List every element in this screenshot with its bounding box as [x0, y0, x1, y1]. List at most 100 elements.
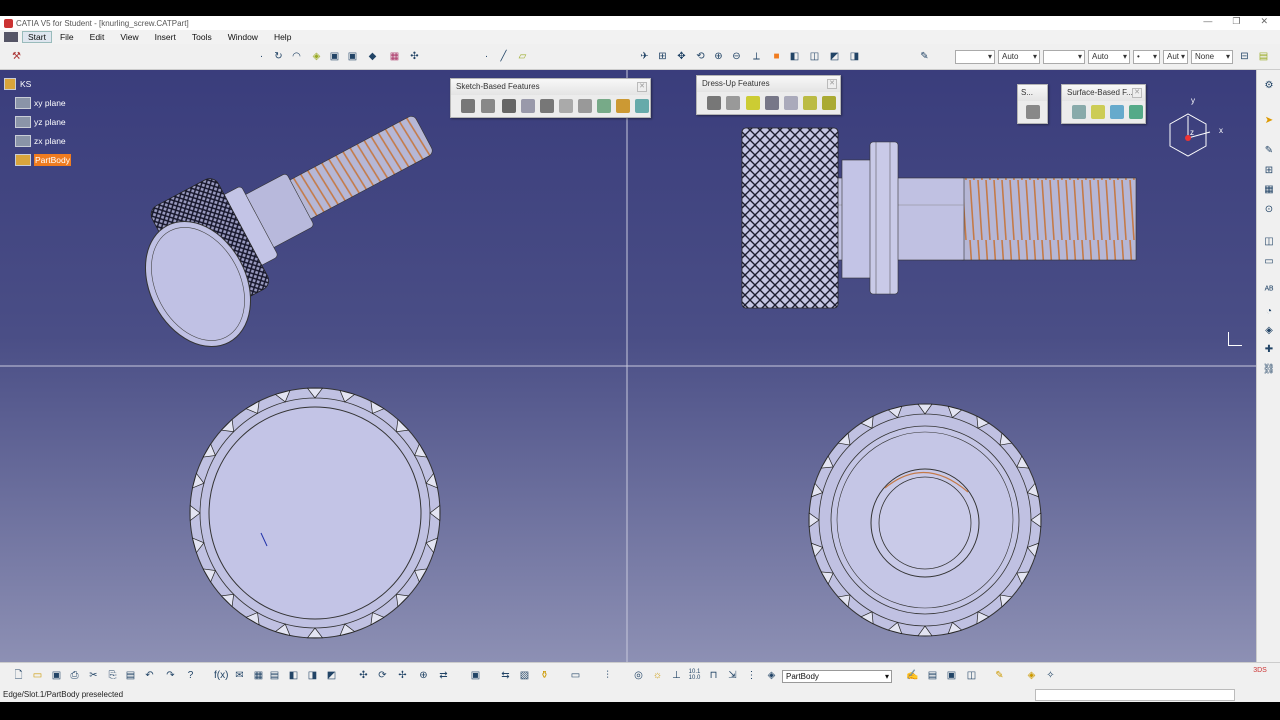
scaling-icon[interactable]: ▧ — [518, 669, 531, 682]
fly-icon[interactable]: ✈ — [638, 50, 651, 63]
menu-insert[interactable]: Insert — [147, 32, 184, 42]
thick-surface-icon[interactable] — [1091, 105, 1105, 119]
loft-icon[interactable] — [616, 99, 630, 113]
dimension-icon[interactable]: ⊥ — [670, 669, 683, 682]
body-select-dropdown[interactable]: PartBody — [782, 670, 892, 683]
select-arrow-icon[interactable]: ➤ — [1262, 115, 1276, 127]
tree-node-partbody[interactable]: PartBody — [34, 154, 71, 166]
rotate-solid-icon[interactable]: ☼ — [651, 669, 664, 682]
thickness-icon[interactable] — [784, 96, 798, 110]
draft-icon[interactable] — [746, 96, 760, 110]
axis-icon[interactable]: ✢ — [396, 669, 409, 682]
iso-cube-icon[interactable]: ◧ — [788, 50, 801, 63]
cut-icon[interactable]: ✂ — [87, 669, 100, 682]
update-icon[interactable]: ⟳ — [376, 669, 389, 682]
gear-icon[interactable] — [4, 78, 16, 90]
grid-table-icon[interactable]: ▤ — [268, 669, 281, 682]
body-select-icon[interactable]: ◈ — [765, 669, 778, 682]
print-icon[interactable]: ⎙ — [68, 669, 81, 682]
filter-dropdown[interactable]: None — [1191, 50, 1233, 64]
close-icon[interactable]: ✕ — [827, 79, 837, 89]
chamfer-icon[interactable] — [726, 96, 740, 110]
thread-icon[interactable] — [803, 96, 817, 110]
link-icon[interactable]: ⛓ — [1262, 364, 1276, 376]
layers-icon[interactable]: ◫ — [965, 669, 978, 682]
apply-material-icon[interactable]: ◈ — [1262, 325, 1276, 337]
apply-icon[interactable]: ✧ — [1044, 669, 1057, 682]
body-icon[interactable]: ◧ — [287, 669, 300, 682]
tree-node-zx-plane[interactable]: zx plane — [34, 135, 66, 147]
restore-button[interactable]: ❐ — [1232, 16, 1240, 27]
swept-icon[interactable]: ◎ — [632, 669, 645, 682]
pan-icon[interactable]: ✥ — [675, 50, 688, 63]
menu-edit[interactable]: Edit — [82, 32, 113, 42]
color-dropdown[interactable]: Auto — [998, 50, 1040, 64]
normal-view-icon[interactable]: ⟂ — [750, 50, 763, 63]
transform-icon[interactable]: ⊙ — [1262, 204, 1276, 216]
boolean-icon[interactable]: ◨ — [306, 669, 319, 682]
catalog-icon[interactable]: ▣ — [469, 669, 482, 682]
hole-icon[interactable] — [540, 99, 554, 113]
menu-file[interactable]: File — [52, 32, 82, 42]
hide-show-icon[interactable]: ◩ — [828, 50, 841, 63]
line-icon[interactable]: ╱ — [497, 50, 510, 63]
stiffener-icon[interactable] — [597, 99, 611, 113]
undo-icon[interactable]: ↶ — [143, 669, 156, 682]
pad-icon[interactable] — [461, 99, 475, 113]
swap-space-icon[interactable]: ◨ — [848, 50, 861, 63]
fillet-icon[interactable] — [707, 96, 721, 110]
close-button[interactable]: ✕ — [1260, 16, 1268, 27]
comment-icon[interactable]: ✉ — [233, 669, 246, 682]
close-icon[interactable]: ✕ — [637, 82, 647, 92]
bottle-icon[interactable]: ⚱ — [538, 669, 551, 682]
size-icon[interactable]: ⊓ — [707, 669, 720, 682]
help-icon[interactable]: ? — [184, 669, 197, 682]
menu-start[interactable]: Start — [22, 31, 52, 43]
scenario-icon[interactable]: ✍ — [906, 669, 919, 682]
spec-tree-icon[interactable]: ▤ — [1257, 50, 1270, 63]
paste-icon[interactable]: ▤ — [124, 669, 137, 682]
close-surface-icon[interactable] — [1110, 105, 1124, 119]
isolate-icon[interactable]: ⊕ — [417, 669, 430, 682]
measure-icon[interactable]: ✣ — [408, 50, 421, 63]
shaft-icon[interactable] — [502, 99, 516, 113]
spec-tree-toggle-icon[interactable]: ⫶ — [601, 669, 614, 682]
layer-dropdown[interactable]: Aut — [1163, 50, 1188, 64]
menu-window[interactable]: Window — [220, 32, 266, 42]
multi-view-icon[interactable]: ■ — [770, 50, 783, 63]
swap-icon[interactable]: ◈ — [310, 50, 323, 63]
cube-view-icon[interactable]: ◆ — [366, 50, 379, 63]
rotate-icon[interactable]: ↻ — [272, 50, 285, 63]
tree-node-xy-plane[interactable]: xy plane — [34, 97, 66, 109]
sketch-view-icon[interactable]: ▣ — [346, 50, 359, 63]
app-menu-icon[interactable] — [4, 32, 18, 42]
open-folder-icon[interactable]: ▭ — [31, 669, 44, 682]
slot-icon[interactable] — [578, 99, 592, 113]
workbench-icon[interactable]: ⚒ — [10, 50, 23, 63]
rotate-view-icon[interactable]: ⟲ — [694, 50, 707, 63]
grid-icon[interactable]: ▦ — [388, 50, 401, 63]
remove-loft-icon[interactable] — [635, 99, 649, 113]
gear-icon[interactable]: ⚙ — [1262, 80, 1276, 92]
brush-icon[interactable]: ✎ — [993, 669, 1006, 682]
view-icon[interactable]: ▭ — [1262, 256, 1276, 268]
sketcher-icon[interactable]: ✣ — [357, 669, 370, 682]
3d-viewport[interactable]: y x z — [0, 70, 1256, 662]
map-icon[interactable]: ▤ — [926, 669, 939, 682]
small-point-icon[interactable]: · — [480, 50, 493, 63]
shell-icon[interactable] — [765, 96, 779, 110]
copy-icon[interactable]: ⎘ — [106, 669, 119, 682]
tree-node-yz-plane[interactable]: yz plane — [34, 116, 66, 128]
abc-icon[interactable]: ᴬᴮ — [1262, 285, 1276, 297]
linestyle-dropdown[interactable] — [1043, 50, 1085, 64]
point-icon[interactable]: · — [255, 50, 268, 63]
plane-icon[interactable]: ▱ — [516, 50, 529, 63]
menu-tools[interactable]: Tools — [184, 32, 220, 42]
painter-icon[interactable]: ⊟ — [1238, 50, 1251, 63]
split-surface-icon[interactable] — [1072, 105, 1086, 119]
minimize-button[interactable]: — — [1203, 16, 1212, 27]
zoom-out-icon[interactable]: ⊖ — [730, 50, 743, 63]
fit-all-icon[interactable]: ⊞ — [656, 50, 669, 63]
photo-icon[interactable]: ▣ — [945, 669, 958, 682]
zoom-in-icon[interactable]: ⊕ — [712, 50, 725, 63]
